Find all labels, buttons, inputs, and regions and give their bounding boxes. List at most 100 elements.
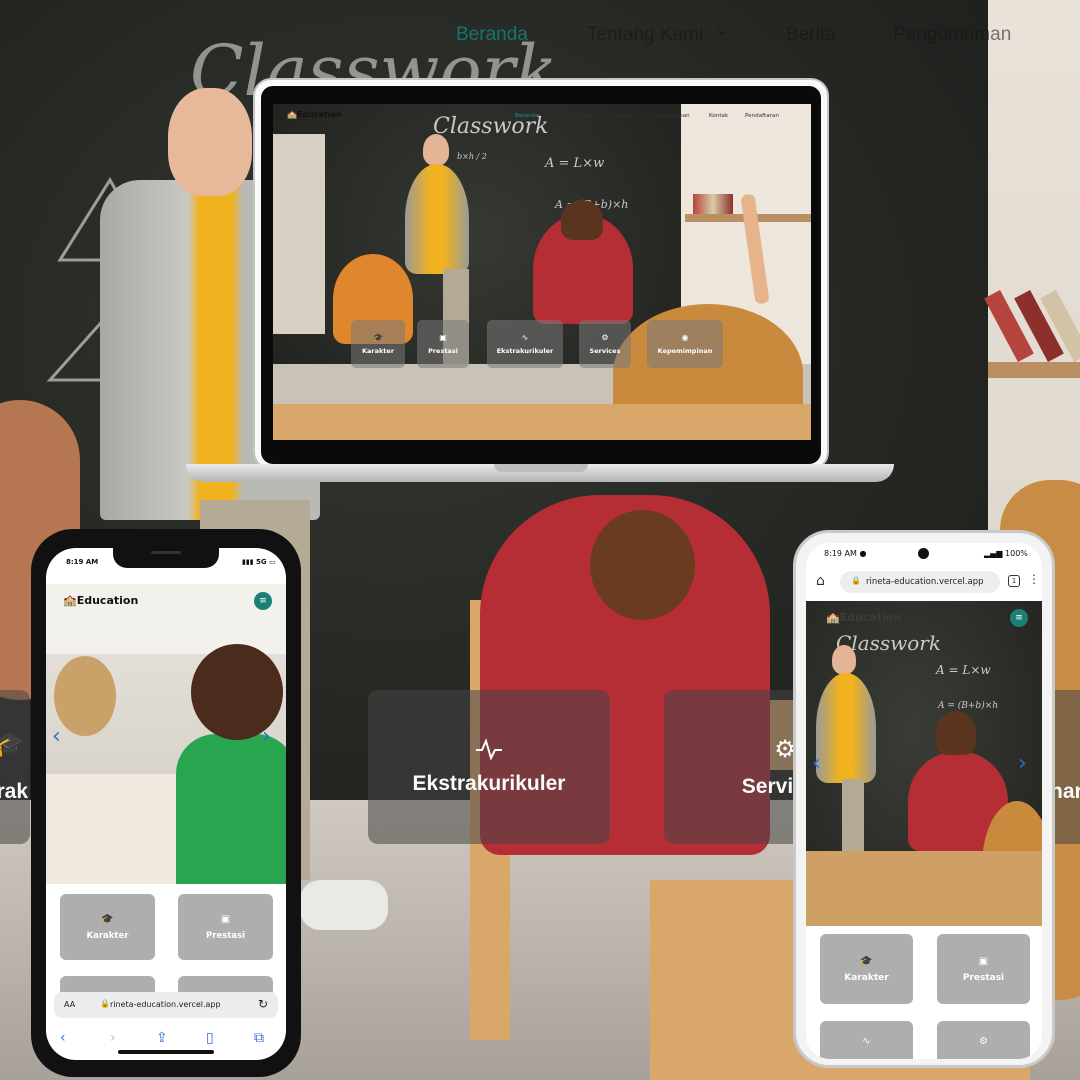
forward-icon[interactable]: › xyxy=(110,1030,116,1046)
girl-student xyxy=(54,656,116,736)
card-label: Kepemimpinan xyxy=(657,347,713,355)
tabs-icon[interactable]: 1 xyxy=(1008,575,1020,587)
card-ekstrakurikuler-partial[interactable]: ∿ xyxy=(820,1021,913,1059)
signal-icon: ▂▄▆ xyxy=(984,549,1003,558)
prev-arrow-icon[interactable]: ‹ xyxy=(812,751,821,776)
home-icon[interactable]: ⌂ xyxy=(816,573,825,589)
status-signal: ▮▮▮ 5G ▭ xyxy=(242,558,276,566)
iphone-mockup: 8:19 AM ▮▮▮ 5G ▭ 🏫Education ≡ ‹ › 🎓 Kara… xyxy=(31,529,301,1077)
status-time: 8:19 AM xyxy=(824,549,857,558)
tabs-icon[interactable]: ⧉ xyxy=(254,1030,264,1046)
certificate-icon: ▣ xyxy=(220,913,231,925)
home-indicator xyxy=(118,1050,214,1054)
prev-arrow-icon[interactable]: ‹ xyxy=(52,724,61,749)
card-prestasi[interactable]: ▣ Prestasi xyxy=(417,320,469,368)
nav-pendaftaran[interactable]: Pendaftaran xyxy=(745,113,779,119)
phone-notch xyxy=(113,544,219,568)
iphone-screen: 8:19 AM ▮▮▮ 5G ▭ 🏫Education ≡ ‹ › 🎓 Kara… xyxy=(46,548,286,1060)
nav-kontak[interactable]: Kontak xyxy=(709,113,728,119)
logo-text: Education xyxy=(839,611,902,624)
desks xyxy=(273,404,811,440)
nav-beranda[interactable]: Beranda xyxy=(515,113,539,119)
card-kepemimpinan[interactable]: ◉ Kepemimpinan xyxy=(647,320,723,368)
laptop-logo[interactable]: 🏫Education xyxy=(287,110,342,119)
card-services[interactable]: ⚙ Services xyxy=(579,320,631,368)
signal-icon: ▮▮▮ xyxy=(242,558,254,566)
laptop-mockup: Classwork A = L×w A = (B+b)×h b×h / 2 🏫E… xyxy=(253,78,829,470)
status-battery: 100% xyxy=(1005,549,1028,558)
card-services-partial[interactable]: ⚙ xyxy=(937,1021,1030,1059)
android-logo[interactable]: 🏫Education xyxy=(826,611,901,624)
nav-berita[interactable]: Berita xyxy=(615,113,632,119)
more-options-icon[interactable]: ⋮ xyxy=(1028,572,1040,586)
back-icon[interactable]: ‹ xyxy=(60,1030,66,1046)
left-shelf xyxy=(273,134,325,334)
nav-berita[interactable]: Berita xyxy=(786,24,836,46)
card-label: Prestasi xyxy=(205,930,246,941)
card-prestasi[interactable]: ▣ Prestasi xyxy=(178,894,273,960)
reader-button[interactable]: AA xyxy=(64,1000,75,1009)
card-prestasi[interactable]: ▣ Prestasi xyxy=(937,934,1030,1004)
menu-icon[interactable]: ≡ xyxy=(254,592,272,610)
card-karakter[interactable]: 🎓 Karakter xyxy=(60,894,155,960)
android-screen: 8:19 AM ● ▂▄▆ 100% ⌂ 🔒 rineta-education.… xyxy=(806,543,1042,1059)
school-icon: 🏫 xyxy=(287,110,297,119)
next-arrow-icon[interactable]: › xyxy=(1018,751,1027,776)
graduate-icon: 🎓 xyxy=(0,730,24,758)
student-hair xyxy=(590,510,695,620)
card-ekstrakurikuler[interactable]: ∿ Ekstrakurikuler xyxy=(487,320,563,368)
nav-pengumuman[interactable]: Pengumuman xyxy=(651,113,690,119)
card-karakter[interactable]: 🎓 Karakter xyxy=(820,934,913,1004)
lock-icon: 🔒 xyxy=(100,999,110,1008)
share-icon[interactable]: ⇪ xyxy=(156,1030,168,1046)
school-icon: 🏫 xyxy=(63,594,77,607)
teacher-head xyxy=(423,134,449,166)
status-battery-group: ▂▄▆ 100% xyxy=(984,549,1028,558)
activity-icon xyxy=(476,738,502,760)
logo-text: Education xyxy=(76,594,139,607)
student-hair xyxy=(561,200,603,240)
books xyxy=(693,194,733,214)
iphone-logo[interactable]: 🏫Education xyxy=(63,594,138,607)
chrome-address-bar[interactable]: 🔒 rineta-education.vercel.app xyxy=(840,571,1000,593)
chalk-formula: b×h / 2 xyxy=(457,152,487,161)
services-icon: ⚙ xyxy=(601,333,609,342)
nav-beranda[interactable]: Beranda xyxy=(456,24,528,46)
card-ekstrakurikuler[interactable]: Ekstrakurikuler xyxy=(368,690,610,844)
card-karakter[interactable]: 🎓 Karakter xyxy=(351,320,405,368)
card-label: Karakter xyxy=(844,972,889,983)
hero-photo: Classwork A = L×w A = (B+b)×h 🏫Education… xyxy=(806,601,1042,926)
nav-tentang-kami[interactable]: Tentang Kami xyxy=(555,113,593,119)
certificate-icon: ▣ xyxy=(978,955,989,967)
status-time: 8:19 AM xyxy=(66,558,99,566)
nav-pengumuman[interactable]: Pengumuman xyxy=(893,24,1011,46)
activity-icon: ∿ xyxy=(521,333,529,342)
card-label: Prestasi xyxy=(428,347,458,355)
laptop-screen: Classwork A = L×w A = (B+b)×h b×h / 2 🏫E… xyxy=(273,104,811,440)
network-label: 5G xyxy=(256,558,267,566)
front-camera xyxy=(918,548,929,559)
laptop-notch xyxy=(494,464,588,472)
url-text: rineta-education.vercel.app xyxy=(866,577,984,587)
card-label: Services xyxy=(589,347,621,355)
next-arrow-icon[interactable]: › xyxy=(262,724,271,749)
graduate-icon: 🎓 xyxy=(860,955,873,967)
chalk-formula: A = L×w xyxy=(545,156,605,171)
leadership-icon: ◉ xyxy=(681,333,689,342)
bookshelf xyxy=(988,362,1080,378)
card-label: rak xyxy=(0,780,28,803)
nav-tentang-kami[interactable]: Tentang Kami xyxy=(587,24,703,46)
school-icon: 🏫 xyxy=(826,611,840,624)
notification-icon: ● xyxy=(859,549,867,558)
reload-icon[interactable]: ↻ xyxy=(258,997,268,1011)
battery-icon: ▭ xyxy=(269,558,276,566)
card-karakter-partial[interactable]: 🎓 rak xyxy=(0,690,30,844)
student-hair xyxy=(936,711,976,755)
graduate-icon: 🎓 xyxy=(373,333,383,342)
services-icon: ⚙ xyxy=(979,1035,988,1047)
chevron-down-icon: ⌄ xyxy=(714,19,730,40)
bookmarks-icon[interactable]: ▯ xyxy=(206,1030,214,1046)
graduate-icon: 🎓 xyxy=(101,913,114,925)
safari-address-bar[interactable]: AA 🔒 rineta-education.vercel.app ↻ xyxy=(54,992,278,1018)
menu-icon[interactable]: ≡ xyxy=(1010,609,1028,627)
